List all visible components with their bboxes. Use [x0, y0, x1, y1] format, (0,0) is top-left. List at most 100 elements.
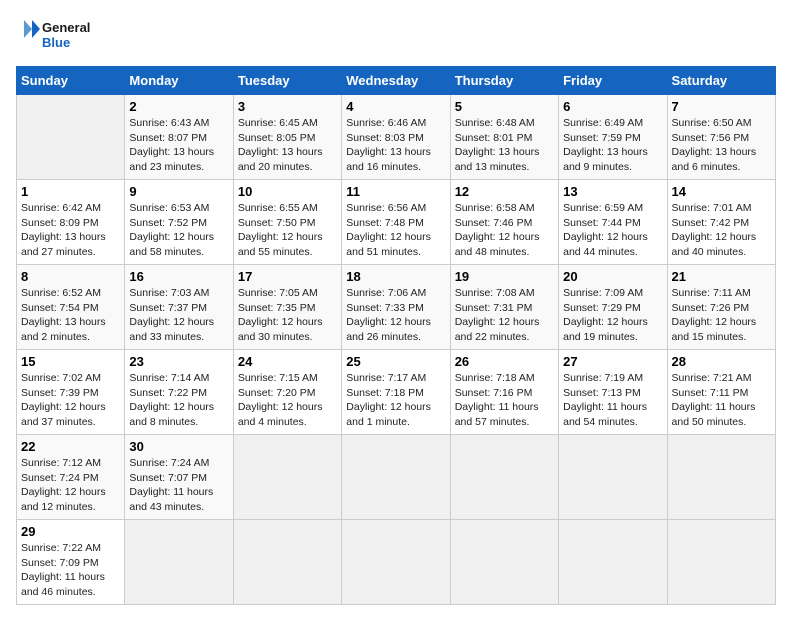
day-number: 29: [21, 524, 120, 539]
dow-thursday: Thursday: [450, 67, 558, 95]
week-row-4: 22 Sunrise: 7:12 AMSunset: 7:24 PMDayligh…: [17, 435, 776, 520]
day-info: Sunrise: 7:02 AMSunset: 7:39 PMDaylight:…: [21, 371, 120, 430]
week-row-1: 1Sunrise: 6:42 AMSunset: 8:09 PMDaylight…: [17, 180, 776, 265]
svg-text:General: General: [42, 20, 90, 35]
day-info: Sunrise: 7:05 AMSunset: 7:35 PMDaylight:…: [238, 286, 337, 345]
calendar-cell: 3Sunrise: 6:45 AMSunset: 8:05 PMDaylight…: [233, 95, 341, 180]
calendar-cell: 21 Sunrise: 7:11 AMSunset: 7:26 PMDayligh…: [667, 265, 775, 350]
calendar-cell: 9 Sunrise: 6:53 AMSunset: 7:52 PMDaylight…: [125, 180, 233, 265]
day-number: 24: [238, 354, 337, 369]
week-row-3: 15 Sunrise: 7:02 AMSunset: 7:39 PMDayligh…: [17, 350, 776, 435]
day-number: 3: [238, 99, 337, 114]
calendar-cell: 19Sunrise: 7:08 AMSunset: 7:31 PMDayligh…: [450, 265, 558, 350]
day-number: 12: [455, 184, 554, 199]
day-info: Sunrise: 6:42 AMSunset: 8:09 PMDaylight:…: [21, 201, 120, 260]
calendar-cell: 11 Sunrise: 6:56 AMSunset: 7:48 PMDayligh…: [342, 180, 450, 265]
calendar-cell: [667, 520, 775, 605]
day-number: 11: [346, 184, 445, 199]
day-number: 13: [563, 184, 662, 199]
calendar-cell: [559, 520, 667, 605]
day-of-week-header: SundayMondayTuesdayWednesdayThursdayFrid…: [17, 67, 776, 95]
calendar-table: SundayMondayTuesdayWednesdayThursdayFrid…: [16, 66, 776, 605]
calendar-cell: 25Sunrise: 7:17 AMSunset: 7:18 PMDayligh…: [342, 350, 450, 435]
calendar-cell: 13 Sunrise: 6:59 AMSunset: 7:44 PMDayligh…: [559, 180, 667, 265]
calendar-cell: [342, 520, 450, 605]
day-number: 7: [672, 99, 771, 114]
dow-saturday: Saturday: [667, 67, 775, 95]
calendar-cell: 29Sunrise: 7:22 AMSunset: 7:09 PMDayligh…: [17, 520, 125, 605]
dow-monday: Monday: [125, 67, 233, 95]
day-number: 28: [672, 354, 771, 369]
calendar-cell: 1Sunrise: 6:42 AMSunset: 8:09 PMDaylight…: [17, 180, 125, 265]
day-info: Sunrise: 6:55 AMSunset: 7:50 PMDaylight:…: [238, 201, 337, 260]
day-number: 21: [672, 269, 771, 284]
calendar-body: 2Sunrise: 6:43 AMSunset: 8:07 PMDaylight…: [17, 95, 776, 605]
day-number: 18: [346, 269, 445, 284]
calendar-cell: [559, 435, 667, 520]
day-info: Sunrise: 7:01 AMSunset: 7:42 PMDaylight:…: [672, 201, 771, 260]
day-number: 20: [563, 269, 662, 284]
calendar-cell: 28 Sunrise: 7:21 AMSunset: 7:11 PMDayligh…: [667, 350, 775, 435]
day-number: 8: [21, 269, 120, 284]
day-info: Sunrise: 7:24 AMSunset: 7:07 PMDaylight:…: [129, 456, 228, 515]
calendar-cell: [17, 95, 125, 180]
calendar-cell: 2Sunrise: 6:43 AMSunset: 8:07 PMDaylight…: [125, 95, 233, 180]
day-info: Sunrise: 6:53 AMSunset: 7:52 PMDaylight:…: [129, 201, 228, 260]
day-info: Sunrise: 6:59 AMSunset: 7:44 PMDaylight:…: [563, 201, 662, 260]
day-info: Sunrise: 6:48 AMSunset: 8:01 PMDaylight:…: [455, 116, 554, 175]
logo: General Blue: [16, 16, 106, 56]
day-info: Sunrise: 7:12 AMSunset: 7:24 PMDaylight:…: [21, 456, 120, 515]
day-info: Sunrise: 7:14 AMSunset: 7:22 PMDaylight:…: [129, 371, 228, 430]
calendar-cell: [233, 435, 341, 520]
calendar-cell: [342, 435, 450, 520]
day-number: 16: [129, 269, 228, 284]
dow-friday: Friday: [559, 67, 667, 95]
calendar-cell: [450, 435, 558, 520]
calendar-cell: 4Sunrise: 6:46 AMSunset: 8:03 PMDaylight…: [342, 95, 450, 180]
day-number: 23: [129, 354, 228, 369]
day-number: 26: [455, 354, 554, 369]
day-info: Sunrise: 7:21 AMSunset: 7:11 PMDaylight:…: [672, 371, 771, 430]
svg-text:Blue: Blue: [42, 35, 70, 50]
week-row-5: 29Sunrise: 7:22 AMSunset: 7:09 PMDayligh…: [17, 520, 776, 605]
day-info: Sunrise: 7:11 AMSunset: 7:26 PMDaylight:…: [672, 286, 771, 345]
day-info: Sunrise: 6:46 AMSunset: 8:03 PMDaylight:…: [346, 116, 445, 175]
day-info: Sunrise: 7:09 AMSunset: 7:29 PMDaylight:…: [563, 286, 662, 345]
day-info: Sunrise: 7:06 AMSunset: 7:33 PMDaylight:…: [346, 286, 445, 345]
dow-tuesday: Tuesday: [233, 67, 341, 95]
week-row-2: 8 Sunrise: 6:52 AMSunset: 7:54 PMDaylight…: [17, 265, 776, 350]
calendar-cell: 6 Sunrise: 6:49 AMSunset: 7:59 PMDaylight…: [559, 95, 667, 180]
day-number: 19: [455, 269, 554, 284]
day-number: 27: [563, 354, 662, 369]
day-number: 15: [21, 354, 120, 369]
dow-wednesday: Wednesday: [342, 67, 450, 95]
day-number: 25: [346, 354, 445, 369]
day-number: 22: [21, 439, 120, 454]
day-info: Sunrise: 6:49 AMSunset: 7:59 PMDaylight:…: [563, 116, 662, 175]
day-info: Sunrise: 6:50 AMSunset: 7:56 PMDaylight:…: [672, 116, 771, 175]
calendar-cell: [450, 520, 558, 605]
day-number: 30: [129, 439, 228, 454]
calendar-cell: 27 Sunrise: 7:19 AMSunset: 7:13 PMDayligh…: [559, 350, 667, 435]
calendar-cell: 10 Sunrise: 6:55 AMSunset: 7:50 PMDayligh…: [233, 180, 341, 265]
day-info: Sunrise: 6:56 AMSunset: 7:48 PMDaylight:…: [346, 201, 445, 260]
day-number: 6: [563, 99, 662, 114]
calendar-cell: 30 Sunrise: 7:24 AMSunset: 7:07 PMDayligh…: [125, 435, 233, 520]
day-number: 9: [129, 184, 228, 199]
day-info: Sunrise: 7:03 AMSunset: 7:37 PMDaylight:…: [129, 286, 228, 345]
day-info: Sunrise: 7:18 AMSunset: 7:16 PMDaylight:…: [455, 371, 554, 430]
calendar-cell: 8 Sunrise: 6:52 AMSunset: 7:54 PMDaylight…: [17, 265, 125, 350]
dow-sunday: Sunday: [17, 67, 125, 95]
calendar-cell: 7 Sunrise: 6:50 AMSunset: 7:56 PMDaylight…: [667, 95, 775, 180]
day-info: Sunrise: 6:58 AMSunset: 7:46 PMDaylight:…: [455, 201, 554, 260]
calendar-cell: 15 Sunrise: 7:02 AMSunset: 7:39 PMDayligh…: [17, 350, 125, 435]
day-info: Sunrise: 6:52 AMSunset: 7:54 PMDaylight:…: [21, 286, 120, 345]
logo-svg: General Blue: [16, 16, 106, 56]
calendar-cell: 17Sunrise: 7:05 AMSunset: 7:35 PMDayligh…: [233, 265, 341, 350]
calendar-cell: [125, 520, 233, 605]
day-info: Sunrise: 7:19 AMSunset: 7:13 PMDaylight:…: [563, 371, 662, 430]
day-info: Sunrise: 6:43 AMSunset: 8:07 PMDaylight:…: [129, 116, 228, 175]
calendar-cell: 18 Sunrise: 7:06 AMSunset: 7:33 PMDayligh…: [342, 265, 450, 350]
calendar-cell: 20 Sunrise: 7:09 AMSunset: 7:29 PMDayligh…: [559, 265, 667, 350]
day-number: 10: [238, 184, 337, 199]
